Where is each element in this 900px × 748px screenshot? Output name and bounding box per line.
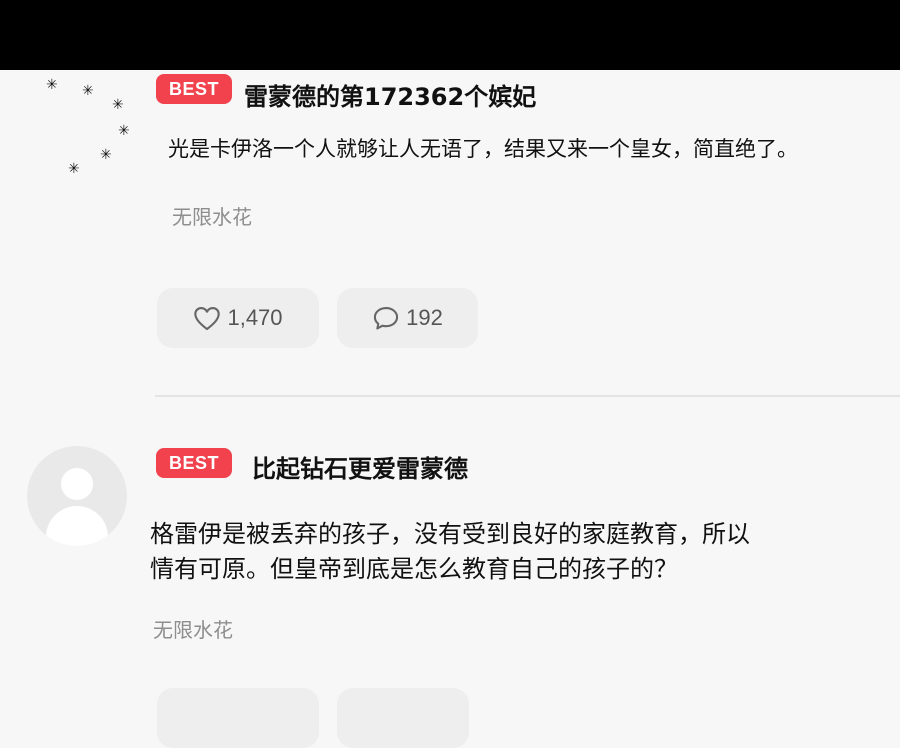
like-button[interactable]: 1,470 <box>157 288 319 348</box>
like-button[interactable] <box>157 688 319 748</box>
default-user-icon[interactable] <box>27 446 127 546</box>
comment-source: 无限水花 <box>172 205 252 229</box>
reply-button[interactable] <box>337 688 469 748</box>
comment-username[interactable]: 雷蒙德的第172362个嫔妃 <box>244 77 536 112</box>
comment-bubble-icon <box>374 307 399 330</box>
comment-source: 无限水花 <box>153 618 233 642</box>
ants-icon[interactable]: ✳ ✳ ✳ ✳ ✳ ✳ <box>28 74 138 184</box>
avatar-shoulders <box>46 506 108 546</box>
avatar-head <box>61 468 93 500</box>
top-bar <box>0 0 900 70</box>
comment-username[interactable]: 比起钻石更爱雷蒙德 <box>252 449 468 484</box>
best-badge: BEST <box>156 74 232 104</box>
comment-text: 光是卡伊洛一个人就够让人无语了，结果又来一个皇女，简直绝了。 <box>168 137 798 161</box>
best-badge: BEST <box>156 448 232 478</box>
like-count: 1,470 <box>227 305 283 330</box>
comment-text-line-2: 情有可原。但皇帝到底是怎么教育自己的孩子的？ <box>150 555 678 583</box>
reply-count: 192 <box>406 305 443 330</box>
reply-button[interactable]: 192 <box>337 288 478 348</box>
comment-divider <box>155 395 900 397</box>
heart-icon <box>194 307 221 331</box>
comment-text-line-1: 格雷伊是被丢弃的孩子，没有受到良好的家庭教育，所以 <box>150 520 750 548</box>
